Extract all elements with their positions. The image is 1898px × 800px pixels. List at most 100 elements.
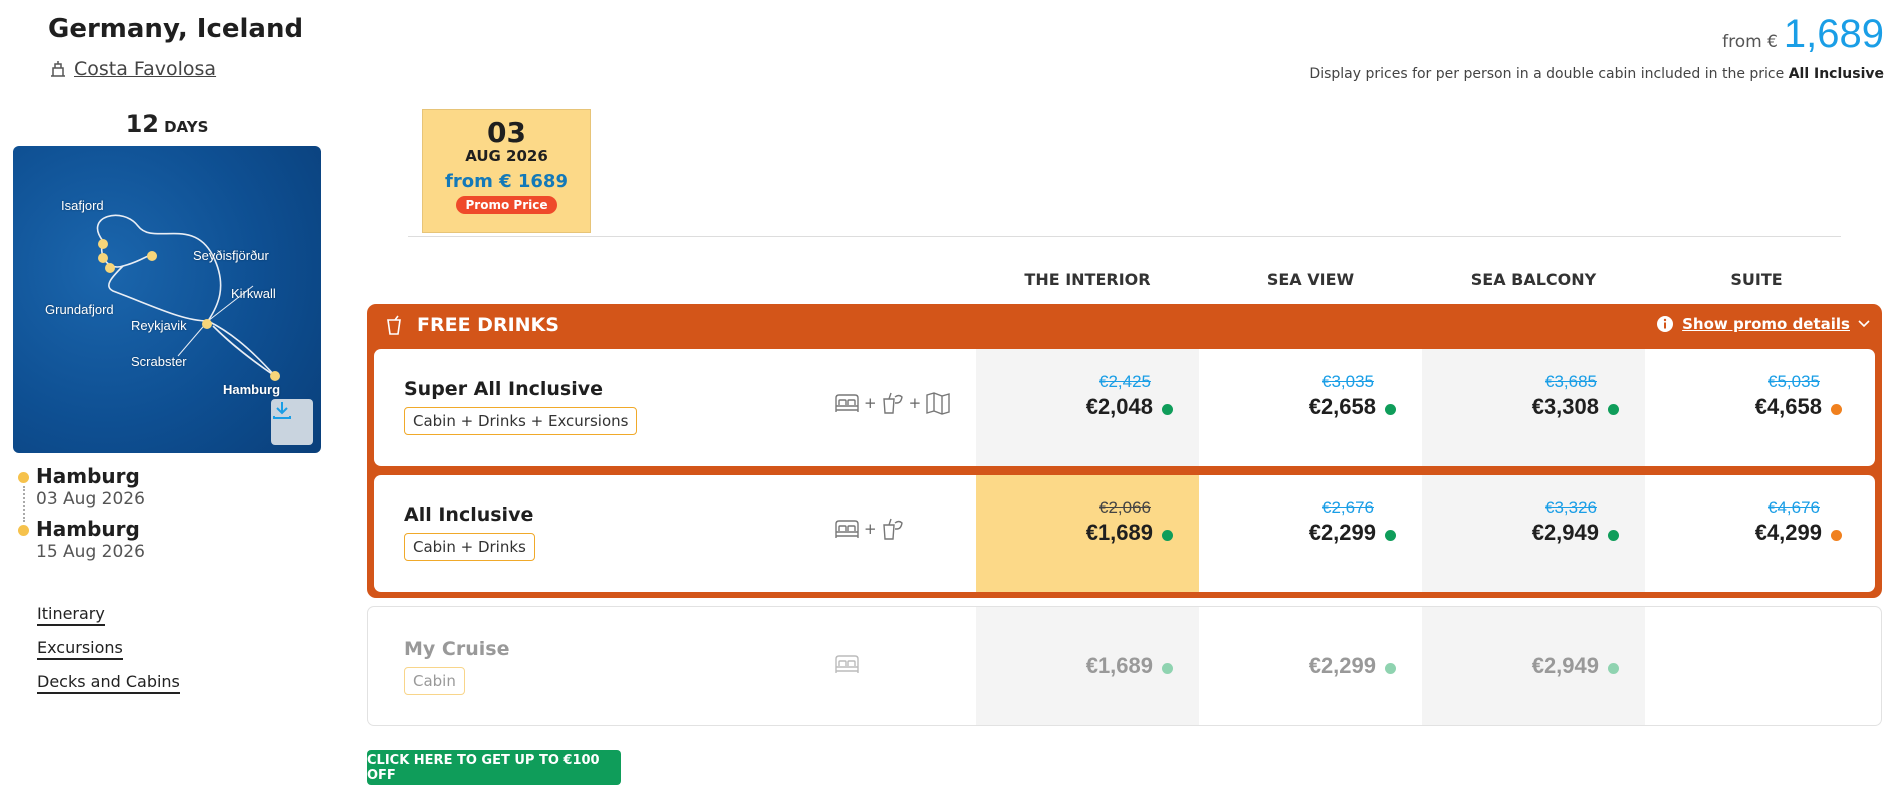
ship-icon [51, 61, 65, 77]
availability-dot [1162, 530, 1173, 541]
availability-dot [1608, 663, 1619, 674]
route-stop: Hamburg 15 Aug 2026 [16, 517, 145, 562]
availability-dot [1831, 530, 1842, 541]
bed-icon [835, 655, 859, 673]
availability-dot [1385, 663, 1396, 674]
ship-name: Costa Favolosa [74, 58, 217, 80]
fare-row-all-inclusive: All Inclusive Cabin + Drinks + €2,066 €1… [374, 475, 1875, 592]
price-cell-sea-view[interactable]: €2,299 [1199, 607, 1422, 725]
route-stop: Hamburg 03 Aug 2026 [16, 464, 145, 509]
port-kirkwall: Kirkwall [231, 286, 276, 301]
drink-icon [882, 392, 903, 414]
duration-unit: DAYS [164, 118, 209, 136]
chevron-down-icon [1858, 320, 1870, 328]
price-cell-sea-balcony[interactable]: €3,685 €3,308 [1422, 349, 1645, 466]
current-price: €2,048 [1085, 394, 1153, 419]
page-title: Germany, Iceland [48, 14, 304, 44]
stop-city: Hamburg [36, 464, 140, 488]
drink-icon [387, 315, 401, 335]
link-decks-and-cabins[interactable]: Decks and Cabins [37, 672, 180, 694]
port-seydisfjordur: Seyðisfjörður [193, 248, 269, 263]
stop-dot [18, 525, 29, 536]
current-price: €2,299 [1308, 520, 1376, 545]
route-summary: Hamburg 03 Aug 2026 Hamburg 15 Aug 2026 [16, 464, 145, 570]
route-map[interactable]: Isafjord Seyðisfjörður Kirkwall Grundafj… [13, 146, 321, 453]
departure-date-tile[interactable]: 03 AUG 2026 from € 1689 Promo Price [422, 109, 591, 233]
col-header-interior: THE INTERIOR [1024, 270, 1151, 289]
col-header-suite: SUITE [1730, 270, 1783, 289]
current-price: €2,949 [1531, 520, 1599, 545]
fare-tag: Cabin [404, 667, 465, 695]
current-price: €1,689 [1085, 520, 1153, 545]
tile-from-price: from € 1689 [445, 171, 568, 192]
old-price: €3,326 [1545, 498, 1597, 517]
stop-date: 15 Aug 2026 [36, 542, 145, 562]
price-cell-interior[interactable]: €2,425 €2,048 [976, 349, 1199, 466]
promo-price-badge: Promo Price [455, 196, 558, 214]
current-price: €4,658 [1754, 394, 1822, 419]
stop-date: 03 Aug 2026 [36, 489, 145, 509]
show-promo-details[interactable]: Show promo details [1656, 315, 1870, 333]
current-price: €3,308 [1531, 394, 1599, 419]
bed-icon [835, 394, 859, 412]
price-cell-sea-balcony[interactable]: €2,949 [1422, 607, 1645, 725]
fare-tag: Cabin + Drinks + Excursions [404, 407, 638, 435]
promo-details-label: Show promo details [1682, 315, 1850, 333]
promo-title: FREE DRINKS [417, 314, 559, 336]
discount-cta-button[interactable]: CLICK HERE TO GET UP TO €100 OFF [367, 750, 621, 785]
fare-inclusions: + [834, 517, 905, 541]
fare-name: My Cruise [404, 638, 510, 660]
availability-dot [1608, 530, 1619, 541]
price-cell-sea-view[interactable]: €3,035 €2,658 [1199, 349, 1422, 466]
side-links: Itinerary Excursions Decks and Cabins [37, 604, 180, 706]
link-excursions[interactable]: Excursions [37, 638, 123, 660]
availability-dot [1162, 663, 1173, 674]
download-map-button[interactable] [271, 399, 313, 445]
display-note: Display prices for per person in a doubl… [1309, 66, 1884, 82]
port-grundafjord: Grundafjord [45, 302, 114, 317]
stop-city: Hamburg [36, 517, 140, 541]
tile-month: AUG 2026 [465, 147, 548, 165]
price-cell-suite[interactable]: €4,676 €4,299 [1645, 475, 1868, 592]
price-cell-interior[interactable]: €1,689 [976, 607, 1199, 725]
fare-name: Super All Inclusive [404, 378, 604, 400]
old-price: €2,066 [1099, 498, 1151, 517]
fare-row-super-all-inclusive: Super All Inclusive Cabin + Drinks + Exc… [374, 349, 1875, 466]
old-price: €3,685 [1545, 372, 1597, 391]
old-price: €4,676 [1768, 498, 1820, 517]
ship-link[interactable]: Costa Favolosa [48, 58, 216, 80]
port-isafjord: Isafjord [61, 198, 104, 213]
from-price-value: 1,689 [1783, 12, 1884, 56]
port-hamburg: Hamburg [223, 382, 281, 397]
current-price: €1,689 [1085, 653, 1153, 678]
fare-inclusions: + + [834, 391, 951, 415]
info-icon [1657, 316, 1674, 332]
col-header-sea-balcony: SEA BALCONY [1470, 270, 1597, 289]
download-icon [273, 402, 291, 419]
fare-row-my-cruise: My Cruise Cabin €1,689 €2,299 €2,949 [367, 606, 1882, 726]
price-cell-suite[interactable]: €5,035 €4,658 [1645, 349, 1868, 466]
current-price: €4,299 [1754, 520, 1822, 545]
price-cell-sea-balcony[interactable]: €3,326 €2,949 [1422, 475, 1645, 592]
old-price: €2,676 [1322, 498, 1374, 517]
availability-dot [1608, 404, 1619, 415]
fare-name: All Inclusive [404, 504, 534, 526]
drink-icon [882, 518, 903, 540]
fare-inclusions [834, 653, 860, 675]
map-icon [926, 392, 950, 415]
tile-day: 03 [487, 116, 526, 149]
divider [408, 236, 1841, 237]
price-cell-interior[interactable]: €2,066 €1,689 [976, 475, 1199, 592]
duration: 12 DAYS [14, 110, 320, 138]
price-cell-sea-view[interactable]: €2,676 €2,299 [1199, 475, 1422, 592]
link-itinerary[interactable]: Itinerary [37, 604, 105, 626]
port-scrabster: Scrabster [131, 354, 187, 369]
display-note-text: Display prices for per person in a doubl… [1309, 66, 1785, 82]
availability-dot [1385, 530, 1396, 541]
current-price: €2,299 [1308, 653, 1376, 678]
col-header-sea-view: SEA VIEW [1266, 270, 1355, 289]
old-price: €3,035 [1322, 372, 1374, 391]
bed-icon [835, 520, 859, 538]
current-price: €2,658 [1308, 394, 1376, 419]
availability-dot [1162, 404, 1173, 415]
